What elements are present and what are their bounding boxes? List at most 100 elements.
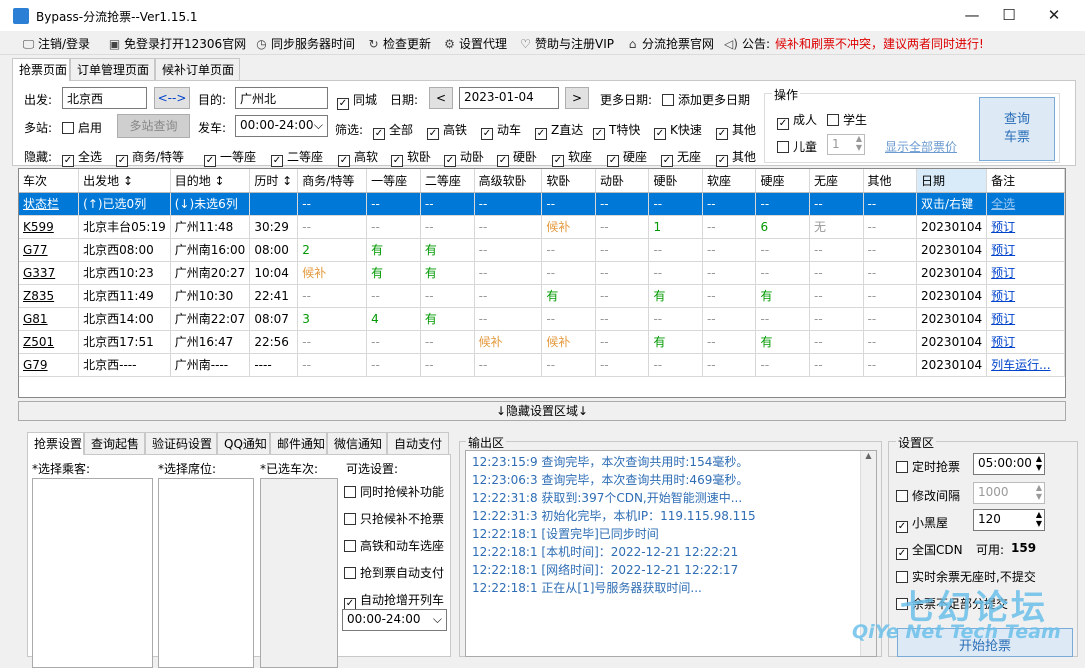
column-header[interactable]: 车次 bbox=[19, 169, 80, 193]
column-header[interactable]: 备注 bbox=[986, 169, 1065, 193]
status-row[interactable]: 状态栏 (↑)已选0列 (↓)未选6列 -- -- -- -- -- -- -- -- -- -- -- 双… bbox=[19, 192, 1065, 216]
hide-wuzuo-checkbox[interactable]: ✓ 无座 bbox=[661, 148, 701, 167]
blacklist-input[interactable]: 120 ▲ ▼ bbox=[973, 509, 1045, 531]
add-more-dates-checkbox[interactable]: 添加更多日期 bbox=[662, 91, 750, 108]
tab-qq-notify[interactable]: QQ通知 bbox=[217, 432, 270, 454]
hide-all-checkbox[interactable]: ✓ 全选 bbox=[62, 148, 102, 167]
tab-grab-settings[interactable]: 抢票设置 bbox=[27, 432, 84, 455]
hide-first-class-checkbox[interactable]: ✓ 一等座 bbox=[204, 148, 256, 167]
book-link[interactable]: 预订 bbox=[986, 238, 1065, 262]
column-header[interactable]: 动卧 bbox=[595, 169, 650, 193]
adult-checkbox[interactable]: ✓ 成人 bbox=[777, 111, 817, 130]
tab-orders[interactable]: 订单管理页面 bbox=[70, 58, 155, 80]
column-header[interactable]: 商务/特等 bbox=[297, 169, 368, 193]
tab-mail-notify[interactable]: 邮件通知 bbox=[270, 432, 327, 454]
tab-captcha[interactable]: 验证码设置 bbox=[145, 432, 217, 454]
column-header[interactable]: 二等座 bbox=[420, 169, 475, 193]
time-range-select[interactable]: 00:00-24:00 ⌵ bbox=[342, 609, 447, 631]
interval-checkbox[interactable]: 修改间隔 bbox=[896, 487, 960, 504]
book-link[interactable]: 预订 bbox=[986, 261, 1065, 285]
blacklist-checkbox[interactable]: ✓ 小黑屋 bbox=[896, 514, 948, 533]
train-number-link[interactable]: G77 bbox=[19, 238, 80, 262]
child-count-stepper[interactable]: 1 ▲ ▼ bbox=[827, 134, 865, 155]
book-link[interactable]: 预订 bbox=[986, 330, 1065, 354]
check-update-button[interactable]: ↻ 检查更新 bbox=[367, 35, 431, 52]
train-number-link[interactable]: Z501 bbox=[19, 330, 80, 354]
depart-time-select[interactable]: 00:00-24:00 ⌵ bbox=[235, 115, 328, 137]
column-header[interactable]: 软座 bbox=[702, 169, 757, 193]
student-checkbox[interactable]: 学生 bbox=[827, 111, 867, 128]
filter-gaotie-checkbox[interactable]: ✓ 高铁 bbox=[427, 121, 467, 140]
prev-date-button[interactable]: < bbox=[429, 87, 453, 109]
show-prices-link[interactable]: 显示全部票价 bbox=[885, 138, 957, 155]
hide-second-class-checkbox[interactable]: ✓ 二等座 bbox=[271, 148, 323, 167]
book-link[interactable]: 预订 bbox=[986, 284, 1065, 308]
hide-settings-bar[interactable]: ↓隐藏设置区域↓ bbox=[18, 401, 1066, 421]
column-header[interactable]: 硬座 bbox=[755, 169, 810, 193]
table-row[interactable]: G79 北京西---- 广州南---- ---- -- -- -- -- -- -- -- -- -- -… bbox=[19, 353, 1065, 377]
tab-ticket[interactable]: 抢票页面 bbox=[12, 58, 70, 81]
book-link[interactable]: 列车运行... bbox=[986, 353, 1065, 377]
option-waitlist-only[interactable]: 只抢候补不抢票 bbox=[344, 510, 444, 527]
option-auto-pay[interactable]: 抢到票自动支付 bbox=[344, 564, 444, 581]
timed-grab-checkbox[interactable]: 定时抢票 bbox=[896, 458, 960, 475]
cdn-checkbox[interactable]: ✓ 全国CDN bbox=[896, 541, 963, 560]
hide-gaoruan-checkbox[interactable]: ✓ 高软 bbox=[338, 148, 378, 167]
hide-business-checkbox[interactable]: ✓ 商务/特等 bbox=[116, 148, 184, 167]
table-row[interactable]: Z835 北京西11:49 广州10:30 22:41 -- -- -- -- 有 -- 有 -- 有 -… bbox=[19, 284, 1065, 308]
column-header[interactable]: 日期 bbox=[916, 169, 988, 193]
scroll-up-icon[interactable]: ▲ bbox=[861, 451, 876, 460]
filter-t-checkbox[interactable]: ✓ T特快 bbox=[593, 121, 640, 140]
column-header[interactable]: 其他 bbox=[863, 169, 918, 193]
selected-train-list[interactable] bbox=[260, 478, 338, 668]
interval-input[interactable]: 1000 ▲ ▼ bbox=[973, 482, 1045, 504]
swap-button[interactable]: <--> bbox=[154, 87, 190, 109]
hide-other-checkbox[interactable]: ✓ 其他 bbox=[716, 148, 756, 167]
query-tickets-button[interactable]: 查询 车票 bbox=[979, 97, 1055, 161]
date-input[interactable]: 2023-01-04 bbox=[459, 87, 559, 109]
multi-query-button[interactable]: 多站查询 bbox=[117, 114, 190, 138]
hide-yingwo-checkbox[interactable]: ✓ 硬卧 bbox=[497, 148, 537, 167]
column-header[interactable]: 目的地 ↕ bbox=[170, 169, 251, 193]
train-number-link[interactable]: K599 bbox=[19, 215, 80, 239]
table-row[interactable]: K599 北京丰台05:19 广州11:48 30:29 -- -- -- -- 候补 -- 1 --… bbox=[19, 215, 1065, 239]
official-site-button[interactable]: ⌂ 分流抢票官网 bbox=[626, 35, 714, 52]
table-row[interactable]: G337 北京西10:23 广州南20:27 10:04 候补有有 -- -- -- -- -- -… bbox=[19, 261, 1065, 285]
option-grab-waitlist[interactable]: 同时抢候补功能 bbox=[344, 483, 444, 500]
tab-query-presale[interactable]: 查询起售 bbox=[84, 432, 145, 454]
option-choose-seat[interactable]: 高铁和动车选座 bbox=[344, 537, 444, 554]
proxy-button[interactable]: ⚙ 设置代理 bbox=[443, 35, 507, 52]
column-header[interactable]: 出发地 ↕ bbox=[78, 169, 171, 193]
train-number-link[interactable]: Z835 bbox=[19, 284, 80, 308]
open-12306-button[interactable]: ▣ 免登录打开12306官网 bbox=[108, 35, 246, 52]
table-row[interactable]: G81 北京西14:00 广州南22:07 08:07 3 4 有 -- -- -- -- -- -- -… bbox=[19, 307, 1065, 331]
filter-z-checkbox[interactable]: ✓ Z直达 bbox=[535, 121, 583, 140]
filter-all-checkbox[interactable]: ✓ 全部 bbox=[373, 121, 413, 140]
from-input[interactable]: 北京西 bbox=[62, 87, 147, 109]
to-input[interactable]: 广州北 bbox=[235, 87, 328, 109]
close-button[interactable]: ✕ bbox=[1031, 0, 1077, 31]
filter-k-checkbox[interactable]: ✓ K快速 bbox=[654, 121, 702, 140]
train-number-link[interactable]: G81 bbox=[19, 307, 80, 331]
tab-auto-pay[interactable]: 自动支付 bbox=[387, 432, 449, 454]
book-link[interactable]: 预订 bbox=[986, 215, 1065, 239]
hide-dongwo-checkbox[interactable]: ✓ 动卧 bbox=[444, 148, 484, 167]
child-checkbox[interactable]: 儿童 bbox=[777, 138, 817, 155]
train-number-link[interactable]: G79 bbox=[19, 353, 80, 377]
table-row[interactable]: G77 北京西08:00 广州南16:00 08:00 2 有有 -- -- -- -- -- -- -… bbox=[19, 238, 1065, 262]
filter-dongche-checkbox[interactable]: ✓ 动车 bbox=[481, 121, 521, 140]
column-header[interactable]: 软卧 bbox=[541, 169, 596, 193]
filter-other-checkbox[interactable]: ✓ 其他 bbox=[716, 121, 756, 140]
sponsor-button[interactable]: ♡ 赞助与注册VIP bbox=[519, 35, 614, 52]
enable-multi-checkbox[interactable]: 启用 bbox=[62, 119, 102, 136]
maximize-button[interactable]: ☐ bbox=[986, 0, 1032, 31]
tab-wechat-notify[interactable]: 微信通知 bbox=[327, 432, 387, 454]
option-extra-trains[interactable]: ✓ 自动抢增开列车 bbox=[344, 591, 444, 610]
column-header[interactable]: 一等座 bbox=[366, 169, 421, 193]
column-header[interactable]: 无座 bbox=[809, 169, 864, 193]
train-number-link[interactable]: G337 bbox=[19, 261, 80, 285]
same-city-checkbox[interactable]: ✓ 同城 bbox=[337, 91, 377, 110]
book-link[interactable]: 预订 bbox=[986, 307, 1065, 331]
tab-waitlist[interactable]: 候补订单页面 bbox=[155, 58, 240, 80]
seat-list[interactable] bbox=[158, 478, 254, 668]
